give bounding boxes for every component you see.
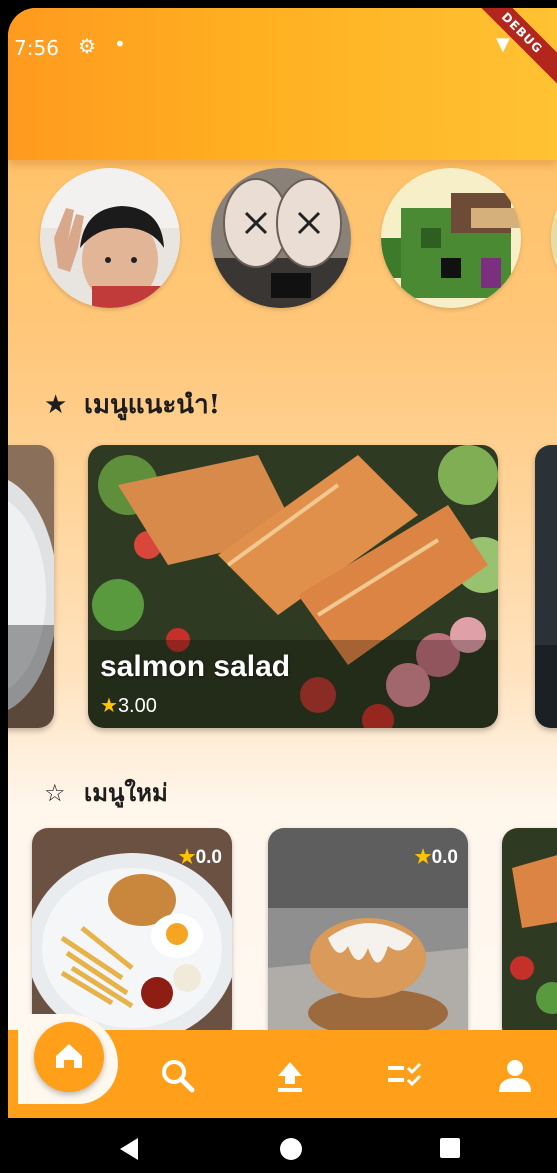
- food-photo: [535, 445, 557, 728]
- recommended-card-name: salmon salad: [100, 650, 291, 683]
- kaws-figure-image: [211, 168, 351, 308]
- salmon-salad-photo: [88, 445, 498, 728]
- pixel-art-image: [381, 168, 521, 308]
- search-icon[interactable]: [156, 1054, 200, 1098]
- rating-value: 0.0: [431, 847, 458, 868]
- phone-frame: 7:56 ⚙ • ▼ DEBUG ★ เมนูแนะนำ! salmon sal…: [0, 0, 557, 1173]
- story-avatar[interactable]: [551, 168, 557, 308]
- status-time: 7:56: [14, 36, 59, 60]
- recommended-card[interactable]: salmon salad ★3.00: [88, 445, 498, 728]
- story-avatar[interactable]: [381, 168, 521, 308]
- rating-value: 3.00: [117, 695, 157, 717]
- recommended-section-title: ★ เมนูแนะนำ!: [44, 384, 220, 425]
- user-photo: [40, 168, 180, 308]
- new-menu-card[interactable]: ★0.0: [268, 828, 468, 1043]
- app-screen: 7:56 ⚙ • ▼ DEBUG ★ เมนูแนะนำ! salmon sal…: [8, 8, 557, 1118]
- checklist-icon[interactable]: [382, 1054, 426, 1098]
- star-outline-icon: ☆: [44, 779, 66, 807]
- star-rating-icon: ★: [178, 847, 196, 868]
- story-avatar[interactable]: [211, 168, 351, 308]
- star-filled-icon: ★: [44, 390, 68, 420]
- story-image: [551, 168, 557, 308]
- system-home-icon[interactable]: [280, 1138, 302, 1160]
- home-button[interactable]: [34, 1022, 104, 1092]
- new-menu-title-text: เมนูใหม่: [84, 778, 168, 807]
- recommended-card-rating: ★3.00: [100, 693, 157, 718]
- new-menu-section-title: ☆ เมนูใหม่: [44, 773, 168, 812]
- star-rating-icon: ★: [414, 847, 432, 868]
- notification-dot-icon: •: [114, 32, 126, 56]
- recommended-title-text: เมนูแนะนำ!: [84, 390, 221, 420]
- back-icon[interactable]: [120, 1138, 138, 1160]
- new-menu-card-rating: ★0.0: [179, 846, 222, 869]
- food-photo: [8, 445, 54, 728]
- recommended-card-prev[interactable]: [8, 445, 54, 728]
- story-avatar[interactable]: [40, 168, 180, 308]
- status-bar: 7:56 ⚙ • ▼: [8, 8, 557, 80]
- rating-value: 0.0: [195, 847, 222, 868]
- settings-status-icon: ⚙: [78, 34, 96, 58]
- new-menu-card-next[interactable]: [502, 828, 557, 1043]
- recommended-card-next[interactable]: [535, 445, 557, 728]
- app-bar: 7:56 ⚙ • ▼ DEBUG: [8, 8, 557, 160]
- new-menu-card-rating: ★0.0: [415, 846, 458, 869]
- new-menu-card[interactable]: ★0.0: [32, 828, 232, 1043]
- home-icon: [56, 1044, 82, 1068]
- system-navigation-bar: [0, 1118, 557, 1173]
- person-icon[interactable]: [493, 1054, 537, 1098]
- star-rating-icon: ★: [100, 695, 118, 717]
- recents-icon[interactable]: [440, 1138, 460, 1158]
- stories-row[interactable]: [8, 168, 557, 308]
- upload-icon[interactable]: [268, 1054, 312, 1098]
- salad-photo: [502, 828, 557, 1043]
- wifi-icon: ▼: [496, 34, 510, 55]
